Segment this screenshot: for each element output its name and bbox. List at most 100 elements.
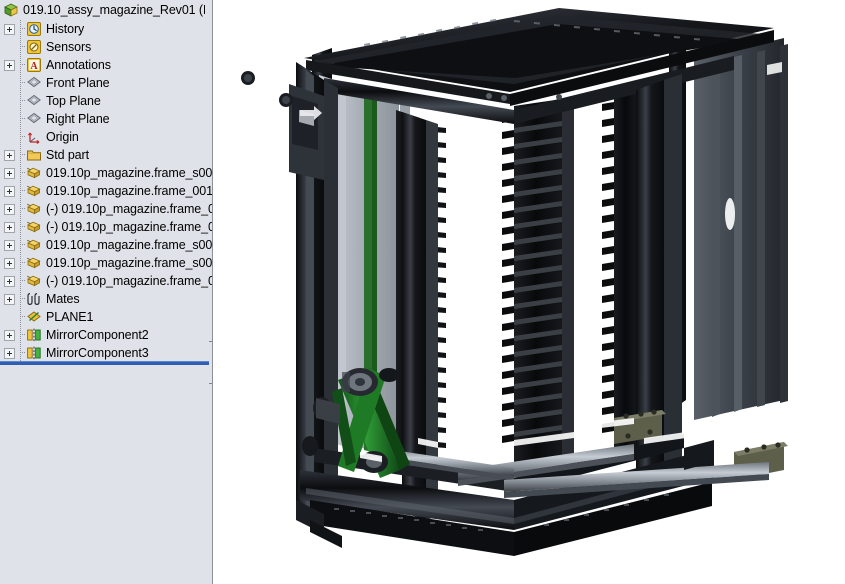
tree-connector (16, 200, 26, 218)
assembly-icon (3, 2, 19, 18)
expand-toggle-icon[interactable] (4, 275, 15, 287)
tree-item-label: Annotations (46, 58, 111, 72)
tree-item-019-10p-magazine-frame-003[interactable]: (-) 019.10p_magazine.frame_003 (0, 272, 213, 290)
expand-toggle-icon[interactable] (4, 239, 15, 251)
expand-toggle-icon[interactable] (4, 329, 15, 341)
tree-item-front-plane[interactable]: Front Plane (0, 74, 212, 92)
folder-icon (26, 147, 42, 163)
mirror-icon (26, 345, 42, 361)
tree-connector (16, 308, 26, 326)
right-side-panels (694, 38, 788, 420)
tree-item-label: (-) 019.10p_magazine.frame_001 (46, 220, 213, 234)
feature-manager-tree-panel[interactable]: 019.10_assy_magazine_Rev01 (Defa History S… (0, 0, 213, 584)
tree-item-019-10p-magazine-frame-s003-2[interactable]: 019.10p_magazine.frame_s003<2 (0, 254, 213, 272)
tree-item-019-10p-magazine-frame-001[interactable]: (-) 019.10p_magazine.frame_001 (0, 218, 213, 236)
plane-icon (26, 75, 42, 91)
magazine-frame-assembly-model (241, 8, 788, 556)
tree-item-label: Right Plane (46, 112, 110, 126)
chevron-left-icon (212, 361, 213, 367)
part-icon (26, 201, 42, 217)
tree-connector (16, 218, 26, 236)
expand-toggle-icon[interactable] (4, 293, 15, 305)
mates-icon (26, 291, 42, 307)
tree-item-sensors[interactable]: Sensors (0, 38, 212, 56)
tree-connector (16, 38, 26, 56)
tree-item-std-part[interactable]: Std part (0, 146, 212, 164)
annotations-icon: A (26, 57, 42, 73)
history-icon (26, 21, 42, 37)
tree-item-label: Std part (46, 148, 89, 162)
expand-toggle-icon[interactable] (4, 257, 15, 269)
expand-toggle-icon[interactable] (4, 221, 15, 233)
tree-item-label: 019.10p_magazine.frame_001-01 (46, 184, 213, 198)
tree-item-plane1[interactable]: PLANE1 (0, 308, 212, 326)
tree-item-label: 019.10p_magazine.frame_s001-0 (46, 166, 213, 180)
chevron-left-icon (212, 371, 213, 377)
expand-toggle-icon[interactable] (4, 59, 15, 71)
tree-connector (16, 290, 26, 308)
idler-pulley-top (379, 368, 399, 382)
tree-connector (16, 164, 26, 182)
tree-item-label: 019.10p_magazine.frame_s003<2 (46, 256, 213, 270)
tree-connector (16, 236, 26, 254)
tree-item-019-10p-magazine-frame-001-01[interactable]: 019.10p_magazine.frame_001-01 (0, 182, 213, 200)
tree-root-label: 019.10_assy_magazine_Rev01 (Defa (23, 3, 205, 17)
tree-item-label: PLANE1 (46, 310, 94, 324)
tree-item-origin[interactable]: Origin (0, 128, 212, 146)
tree-connector (16, 20, 26, 38)
chevron-left-icon (212, 351, 213, 357)
plane1-icon (26, 309, 42, 325)
plane-icon (26, 111, 42, 127)
3d-graphics-area[interactable] (214, 0, 845, 584)
tree-item-top-plane[interactable]: Top Plane (0, 92, 212, 110)
tree-item-label: Origin (46, 130, 79, 144)
sensors-icon (26, 39, 42, 55)
tree-connector (16, 344, 26, 362)
tree-connector (16, 128, 26, 146)
tree-connector (16, 326, 26, 344)
tree-item-019-10p-magazine-frame-s003-1[interactable]: 019.10p_magazine.frame_s003<1 (0, 236, 213, 254)
tree-item-label: History (46, 22, 85, 36)
tree-item-label: Sensors (46, 40, 92, 54)
tree-item-019-10p-magazine-frame-s001-0[interactable]: 019.10p_magazine.frame_s001-0 (0, 164, 213, 182)
part-icon (26, 237, 42, 253)
expand-toggle-icon[interactable] (4, 23, 15, 35)
tree-connector (16, 272, 26, 290)
expand-toggle-icon[interactable] (4, 167, 15, 179)
tree-item-label: MirrorComponent3 (46, 346, 149, 360)
svg-text:A: A (30, 61, 38, 72)
tree-root-item[interactable]: 019.10_assy_magazine_Rev01 (Defa (0, 0, 212, 20)
tree-item-mates[interactable]: Mates (0, 290, 212, 308)
tree-item-label: (-) 019.10p_magazine.frame_002 (46, 202, 213, 216)
expand-toggle-icon[interactable] (4, 185, 15, 197)
tree-item-label: MirrorComponent2 (46, 328, 149, 342)
part-icon (26, 183, 42, 199)
expand-toggle-icon[interactable] (4, 203, 15, 215)
tree-connector (16, 254, 26, 272)
expand-toggle-icon[interactable] (4, 149, 15, 161)
tree-item-history[interactable]: History (0, 20, 212, 38)
tree-item-right-plane[interactable]: Right Plane (0, 110, 212, 128)
tree-item-label: Front Plane (46, 76, 110, 90)
tree-item-mirrorcomponent2[interactable]: MirrorComponent2 (0, 326, 212, 344)
mirror-icon (26, 327, 42, 343)
tree-item-label: (-) 019.10p_magazine.frame_003 (46, 274, 213, 288)
drive-pulley (342, 368, 378, 396)
tree-item-label: Mates (46, 292, 80, 306)
tree-item-mirrorcomponent3[interactable]: MirrorComponent3 (0, 344, 212, 362)
expand-toggle-icon[interactable] (4, 347, 15, 359)
tree-item-label: 019.10p_magazine.frame_s003<1 (46, 238, 213, 252)
tree-splitter-handle[interactable] (209, 341, 213, 384)
tree-item-annotations[interactable]: A Annotations (0, 56, 212, 74)
tree-selection-divider (0, 361, 212, 365)
tree-item-label: Top Plane (46, 94, 101, 108)
tree-connector (16, 92, 26, 110)
tree-item-019-10p-magazine-frame-002[interactable]: (-) 019.10p_magazine.frame_002 (0, 200, 213, 218)
plane-icon (26, 93, 42, 109)
